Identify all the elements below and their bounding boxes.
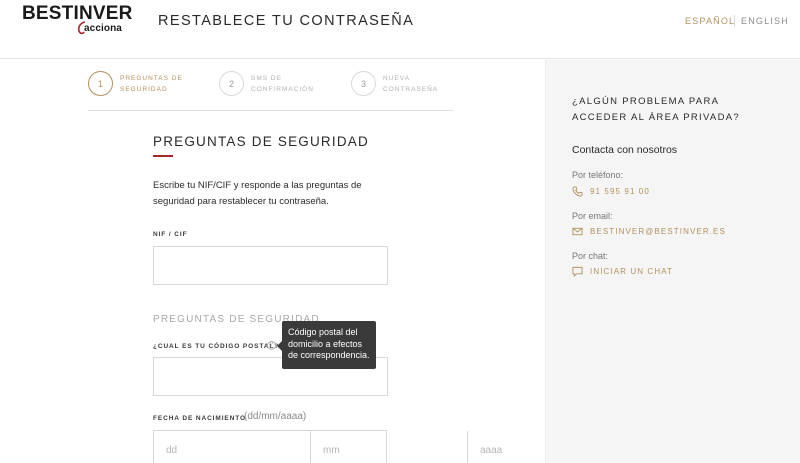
email-address: BESTINVER@BESTINVER.ES	[590, 227, 726, 236]
step-1-label: PREGUNTAS DE SEGURIDAD	[120, 74, 183, 93]
steps-indicator: 1 PREGUNTAS DE SEGURIDAD 2 SMS DE CONFIR…	[88, 71, 453, 111]
chat-icon	[572, 266, 583, 277]
step-3: 3 NUEVA CONTRASEÑA	[351, 71, 453, 96]
form-title: PREGUNTAS DE SEGURIDAD	[153, 134, 369, 149]
step-1-number: 1	[88, 71, 113, 96]
form-description: Escribe tu NIF/CIF y responde a las preg…	[153, 180, 362, 207]
sidebar-title: ¿ALGÚN PROBLEMA PARA ACCEDER AL ÁREA PRI…	[572, 96, 740, 123]
page-title: RESTABLECE TU CONTRASEÑA	[158, 13, 415, 29]
email-label: Por email:	[572, 211, 613, 221]
email-link[interactable]: BESTINVER@BESTINVER.ES	[572, 226, 726, 237]
phone-number: 91 595 91 00	[590, 187, 650, 196]
contact-heading: Contacta con nosotros	[572, 144, 678, 156]
birth-date-fields	[153, 430, 624, 463]
step-1: 1 PREGUNTAS DE SEGURIDAD	[88, 71, 190, 96]
chat-link-label: INICIAR UN CHAT	[590, 267, 674, 276]
nif-label: NIF / CIF	[153, 231, 188, 238]
birth-date-label: FECHA DE NACIMIENTO	[153, 415, 246, 422]
phone-icon	[572, 186, 583, 197]
nif-input[interactable]	[153, 246, 388, 285]
logo-acciona: acciona	[84, 23, 122, 34]
postal-code-tooltip: Código postal del domicilio a efectos de…	[277, 321, 376, 369]
phone-link[interactable]: 91 595 91 00	[572, 186, 650, 197]
title-underline	[153, 155, 173, 157]
mail-icon	[572, 227, 583, 236]
phone-label: Por teléfono:	[572, 170, 624, 180]
birth-day-input[interactable]	[154, 431, 311, 463]
chat-link[interactable]: INICIAR UN CHAT	[572, 266, 673, 277]
lang-es-link[interactable]: ESPAÑOL	[685, 16, 735, 26]
step-3-label: NUEVA CONTRASEÑA	[383, 74, 439, 93]
birth-date-format-hint: (dd/mm/aaaa)	[244, 411, 307, 422]
header: BESTINVER acciona RESTABLECE TU CONTRASE…	[0, 0, 800, 59]
lang-divider	[734, 15, 735, 27]
postal-code-label: ¿CUAL ES TU CÓDIGO POSTAL?	[153, 343, 280, 350]
help-icon[interactable]: ?	[267, 341, 276, 350]
chat-label: Por chat:	[572, 251, 609, 261]
step-2-number: 2	[219, 71, 244, 96]
step-3-number: 3	[351, 71, 376, 96]
step-2-label: SMS DE CONFIRMACIÓN	[251, 74, 314, 93]
lang-en-link[interactable]: ENGLISH	[741, 16, 789, 26]
step-2: 2 SMS DE CONFIRMACIÓN	[219, 71, 321, 96]
help-sidebar: ¿ALGÚN PROBLEMA PARA ACCEDER AL ÁREA PRI…	[545, 60, 800, 463]
bestinver-logo[interactable]: BESTINVER acciona	[22, 3, 132, 39]
birth-month-input[interactable]	[311, 431, 468, 463]
